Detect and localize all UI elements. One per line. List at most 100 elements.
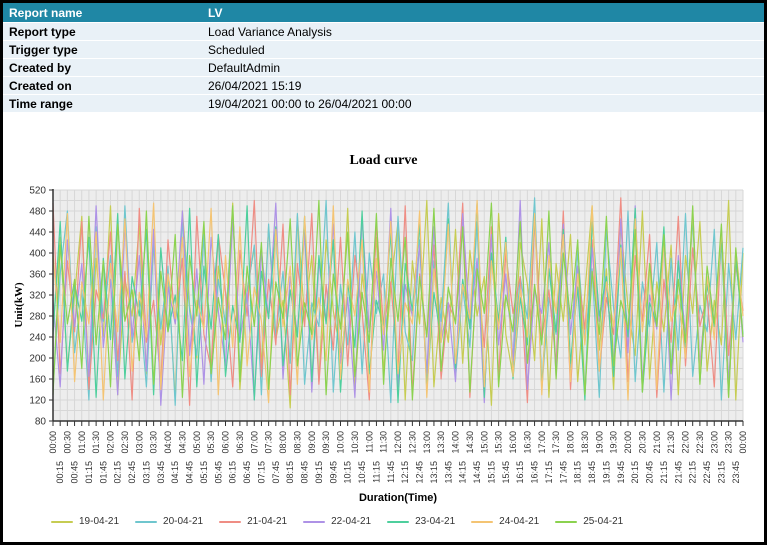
trigger-type-value: Scheduled bbox=[208, 43, 764, 57]
legend-item: 24-04-21 bbox=[471, 516, 539, 527]
y-tick-label: 440 bbox=[29, 228, 46, 239]
x-tick-label: 15:15 bbox=[486, 461, 496, 484]
x-tick-label: 00:30 bbox=[62, 431, 72, 454]
x-tick-label: 04:00 bbox=[163, 431, 173, 454]
x-tick-label: 12:15 bbox=[400, 461, 410, 484]
x-tick-label: 10:15 bbox=[343, 461, 353, 484]
x-tick-label: 16:45 bbox=[530, 461, 540, 484]
x-tick-label: 08:00 bbox=[278, 431, 288, 454]
y-tick-label: 520 bbox=[29, 186, 46, 197]
legend-item: 20-04-21 bbox=[135, 516, 203, 527]
legend-label: 24-04-21 bbox=[499, 516, 539, 527]
x-tick-label: 12:45 bbox=[415, 461, 425, 484]
x-tick-label: 18:15 bbox=[573, 461, 583, 484]
x-tick-label: 08:30 bbox=[292, 431, 302, 454]
x-tick-label: 19:30 bbox=[609, 431, 619, 454]
x-tick-label: 21:30 bbox=[666, 431, 676, 454]
x-tick-label: 17:30 bbox=[551, 431, 561, 454]
x-tick-label: 22:30 bbox=[695, 431, 705, 454]
y-tick-label: 160 bbox=[29, 375, 46, 386]
x-tick-label: 04:15 bbox=[170, 461, 180, 484]
x-tick-label: 02:00 bbox=[106, 431, 116, 454]
info-row-created-on: Created on 26/04/2021 15:19 bbox=[3, 77, 764, 95]
x-tick-label: 07:45 bbox=[271, 461, 281, 484]
x-tick-label: 10:45 bbox=[357, 461, 367, 484]
x-tick-label: 17:45 bbox=[558, 461, 568, 484]
y-tick-label: 480 bbox=[29, 207, 46, 218]
x-tick-label: 00:15 bbox=[55, 461, 65, 484]
y-tick-label: 240 bbox=[29, 333, 46, 344]
x-tick-label: 16:00 bbox=[508, 431, 518, 454]
legend-label: 23-04-21 bbox=[415, 516, 455, 527]
x-tick-label: 07:30 bbox=[264, 431, 274, 454]
x-tick-label: 22:45 bbox=[702, 461, 712, 484]
x-tick-label: 14:30 bbox=[465, 431, 475, 454]
report-info-table: Report name LV Report type Load Variance… bbox=[3, 3, 764, 113]
x-tick-label: 08:45 bbox=[300, 461, 310, 484]
x-tick-label: 10:00 bbox=[336, 431, 346, 454]
x-tick-label: 14:00 bbox=[451, 431, 461, 454]
info-row-created-by: Created by DefaultAdmin bbox=[3, 59, 764, 77]
x-tick-label: 12:30 bbox=[407, 431, 417, 454]
y-tick-label: 320 bbox=[29, 291, 46, 302]
x-tick-label: 20:30 bbox=[637, 431, 647, 454]
x-tick-label: 05:00 bbox=[192, 431, 202, 454]
legend-line-swatch bbox=[555, 521, 577, 523]
x-tick-label: 07:15 bbox=[256, 461, 266, 484]
x-tick-label: 02:30 bbox=[120, 431, 130, 454]
x-tick-label: 11:00 bbox=[364, 431, 374, 453]
legend-item: 23-04-21 bbox=[387, 516, 455, 527]
legend-item: 21-04-21 bbox=[219, 516, 287, 527]
legend-label: 25-04-21 bbox=[583, 516, 623, 527]
x-tick-label: 07:00 bbox=[249, 431, 259, 454]
x-tick-label: 09:15 bbox=[314, 461, 324, 484]
legend-item: 22-04-21 bbox=[303, 516, 371, 527]
x-tick-label: 05:15 bbox=[199, 461, 209, 484]
x-tick-label: 19:15 bbox=[601, 461, 611, 484]
x-tick-label: 19:00 bbox=[594, 431, 604, 454]
created-on-label: Created on bbox=[3, 79, 208, 93]
x-tick-label: 17:15 bbox=[544, 461, 554, 484]
time-range-value: 19/04/2021 00:00 to 26/04/2021 00:00 bbox=[208, 97, 764, 111]
x-tick-label: 06:45 bbox=[242, 461, 252, 484]
x-tick-label: 17:00 bbox=[537, 431, 547, 454]
y-tick-label: 400 bbox=[29, 249, 46, 260]
x-tick-label: 09:30 bbox=[321, 431, 331, 454]
x-tick-label: 00:00 bbox=[48, 431, 58, 454]
x-tick-label: 20:45 bbox=[645, 461, 655, 484]
x-tick-label: 21:45 bbox=[673, 461, 683, 484]
x-tick-label: 14:15 bbox=[458, 461, 468, 484]
time-range-label: Time range bbox=[3, 97, 208, 111]
x-tick-label: 22:15 bbox=[688, 461, 698, 484]
x-tick-label: 20:15 bbox=[630, 461, 640, 484]
x-tick-label: 00:45 bbox=[70, 461, 80, 484]
legend-label: 22-04-21 bbox=[331, 516, 371, 527]
x-tick-label: 16:15 bbox=[515, 461, 525, 484]
x-tick-label: 13:45 bbox=[443, 461, 453, 484]
legend-item: 25-04-21 bbox=[555, 516, 623, 527]
x-tick-label: 10:30 bbox=[350, 431, 360, 454]
x-tick-label: 03:15 bbox=[141, 461, 151, 484]
x-tick-label: 03:00 bbox=[134, 431, 144, 454]
legend-label: 20-04-21 bbox=[163, 516, 203, 527]
created-on-value: 26/04/2021 15:19 bbox=[208, 79, 764, 93]
x-tick-label: 03:45 bbox=[156, 461, 166, 484]
x-tick-label: 12:00 bbox=[393, 431, 403, 454]
x-tick-label: 04:30 bbox=[177, 431, 187, 454]
x-tick-label: 05:30 bbox=[206, 431, 216, 454]
x-tick-label: 03:30 bbox=[149, 431, 159, 454]
x-tick-label: 06:30 bbox=[235, 431, 245, 454]
info-row-trigger-type: Trigger type Scheduled bbox=[3, 41, 764, 59]
trigger-type-label: Trigger type bbox=[3, 43, 208, 57]
x-tick-label: 15:30 bbox=[494, 431, 504, 454]
legend-line-swatch bbox=[219, 521, 241, 523]
x-tick-label: 18:45 bbox=[587, 461, 597, 484]
x-tick-label: 01:45 bbox=[98, 461, 108, 484]
created-by-value: DefaultAdmin bbox=[208, 61, 764, 75]
y-tick-label: 120 bbox=[29, 396, 46, 407]
x-tick-label: 21:00 bbox=[652, 431, 662, 454]
x-tick-label: 06:15 bbox=[228, 461, 238, 484]
info-row-report-name: Report name LV bbox=[3, 3, 764, 23]
x-tick-label: 13:00 bbox=[422, 431, 432, 454]
x-tick-label: 15:45 bbox=[501, 461, 511, 484]
